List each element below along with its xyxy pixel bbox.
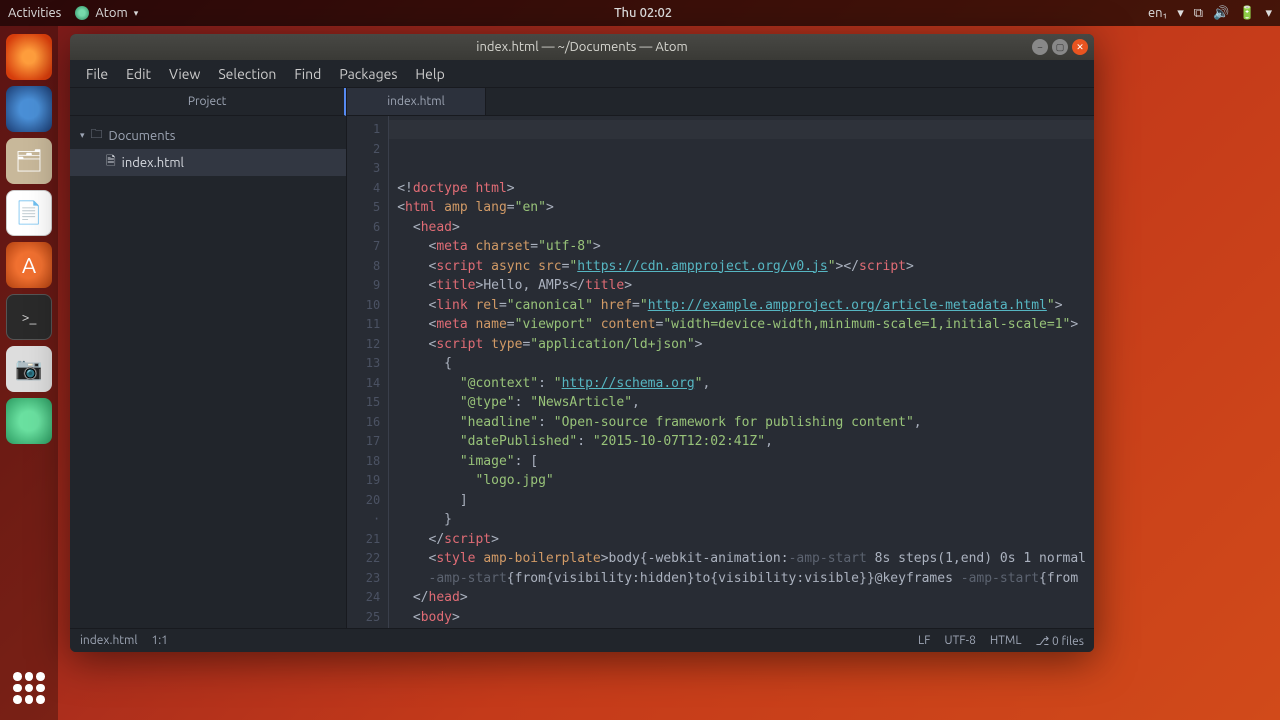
writer-launcher[interactable]: 📄: [6, 190, 52, 236]
screenshot-launcher[interactable]: 📷: [6, 346, 52, 392]
git-icon: ⎇: [1035, 635, 1049, 648]
clock[interactable]: Thu 02:02: [138, 6, 1148, 20]
app-name-label: Atom: [95, 6, 127, 20]
atom-icon: [75, 6, 89, 20]
minimize-button[interactable]: –: [1032, 39, 1048, 55]
desktop-topbar: Activities Atom ▾ Thu 02:02 en₁ ▾ ⧉ 🔊 🔋 …: [0, 0, 1280, 26]
software-launcher[interactable]: A: [6, 242, 52, 288]
battery-icon[interactable]: 🔋: [1239, 6, 1255, 21]
status-git[interactable]: ⎇ 0 files: [1035, 634, 1084, 648]
files-launcher[interactable]: 🗂: [6, 138, 52, 184]
menu-selection[interactable]: Selection: [210, 62, 284, 86]
activities-button[interactable]: Activities: [8, 6, 61, 20]
atom-window: index.html — ~/Documents — Atom – ▢ ✕ Fi…: [70, 34, 1094, 652]
lang-indicator[interactable]: en₁: [1148, 6, 1167, 20]
tree-file-index[interactable]: 🗎 index.html: [70, 149, 346, 176]
menu-bar: File Edit View Selection Find Packages H…: [70, 60, 1094, 88]
network-icon[interactable]: ⧉: [1194, 6, 1203, 21]
current-app-indicator[interactable]: Atom ▾: [75, 6, 138, 20]
atom-launcher[interactable]: [6, 398, 52, 444]
menu-packages[interactable]: Packages: [331, 62, 405, 86]
dock: 🗂 📄 A >_ 📷: [0, 26, 58, 720]
firefox-launcher[interactable]: [6, 34, 52, 80]
menu-edit[interactable]: Edit: [118, 62, 159, 86]
project-sidebar: Project ▾ 🗀 Documents 🗎 index.html: [70, 88, 347, 628]
project-tab[interactable]: Project: [70, 88, 346, 116]
terminal-launcher[interactable]: >_: [6, 294, 52, 340]
show-apps-button[interactable]: [13, 672, 45, 704]
status-bar: index.html 1:1 LF UTF-8 HTML ⎇ 0 files: [70, 628, 1094, 652]
maximize-button[interactable]: ▢: [1052, 39, 1068, 55]
folder-label: Documents: [109, 129, 176, 143]
status-cursor-pos[interactable]: 1:1: [152, 634, 169, 647]
menu-help[interactable]: Help: [407, 62, 452, 86]
chevron-down-icon: ▾: [80, 130, 85, 141]
menu-find[interactable]: Find: [286, 62, 329, 86]
volume-icon[interactable]: 🔊: [1213, 6, 1229, 21]
line-gutter: 1234567891011121314151617181920·21222324…: [347, 116, 389, 628]
code-content[interactable]: <!doctype html><html amp lang="en"> <hea…: [389, 116, 1094, 628]
menu-file[interactable]: File: [78, 62, 116, 86]
chevron-down-icon: ▾: [1177, 6, 1184, 21]
menu-view[interactable]: View: [161, 62, 208, 86]
folder-icon: 🗀: [91, 125, 103, 146]
file-icon: 🗎: [106, 152, 116, 173]
window-titlebar[interactable]: index.html — ~/Documents — Atom – ▢ ✕: [70, 34, 1094, 60]
chevron-down-icon: ▾: [1265, 6, 1272, 21]
close-button[interactable]: ✕: [1072, 39, 1088, 55]
status-file[interactable]: index.html: [80, 634, 138, 647]
status-encoding[interactable]: UTF-8: [944, 634, 975, 647]
window-title: index.html — ~/Documents — Atom: [476, 40, 687, 54]
editor-tabs: index.html: [347, 88, 1094, 116]
tab-index-html[interactable]: index.html: [347, 88, 486, 115]
status-language[interactable]: HTML: [990, 634, 1022, 647]
thunderbird-launcher[interactable]: [6, 86, 52, 132]
status-eol[interactable]: LF: [918, 634, 930, 647]
code-editor[interactable]: 1234567891011121314151617181920·21222324…: [347, 116, 1094, 628]
tree-folder-documents[interactable]: ▾ 🗀 Documents: [70, 122, 346, 149]
file-label: index.html: [122, 156, 184, 170]
